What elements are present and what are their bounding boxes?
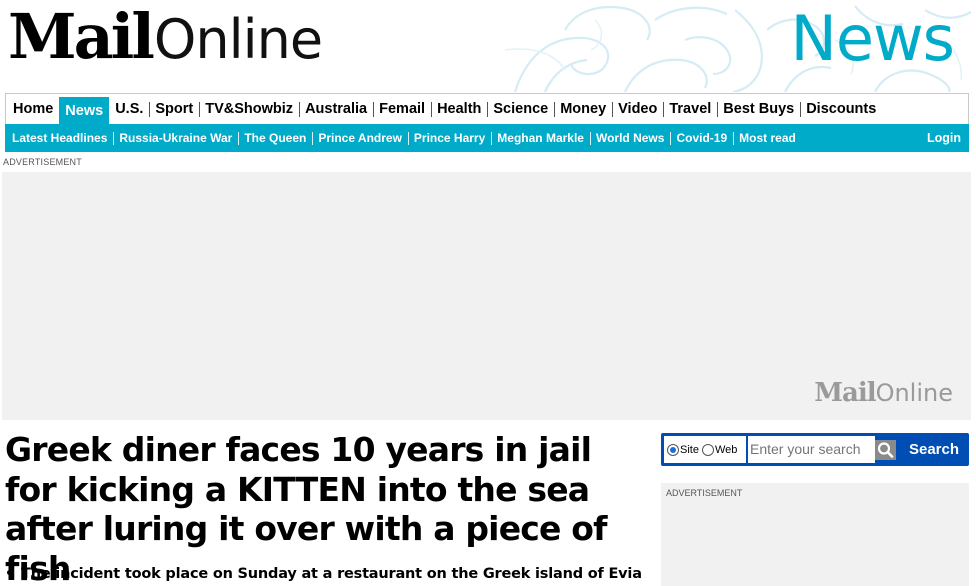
bullet-dot-icon: • (5, 566, 14, 582)
subnav-item-prince-andrew[interactable]: Prince Andrew (312, 131, 408, 145)
nav-item-science[interactable]: Science (487, 94, 554, 124)
nav-item-femail[interactable]: Femail (373, 94, 431, 124)
nav-item-money[interactable]: Money (554, 94, 612, 124)
advertisement-label: ADVERTISEMENT (3, 157, 82, 167)
primary-nav: Home News U.S. Sport TV&Showbiz Australia Fema… (5, 93, 969, 124)
web-radio-label: Web (714, 443, 738, 456)
nav-item-news[interactable]: News (59, 97, 110, 124)
search-scope-options: Site Web (664, 436, 746, 463)
summary-bullet: • The incident took place on Sunday at a … (5, 563, 645, 585)
login-link[interactable]: Login (927, 131, 969, 145)
ad-logo-mail: Mail (814, 378, 876, 408)
search-icon[interactable] (875, 440, 896, 460)
nav-item-health[interactable]: Health (431, 94, 487, 124)
site-radio[interactable] (667, 443, 679, 456)
advertisement-banner[interactable]: MailOnline (2, 172, 971, 420)
logo-online-text: Online (153, 8, 323, 71)
nav-item-discounts[interactable]: Discounts (800, 94, 882, 124)
nav-item-home[interactable]: Home (7, 94, 59, 124)
web-radio[interactable] (701, 443, 714, 456)
nav-item-u-s[interactable]: U.S. (109, 94, 149, 124)
search-button[interactable]: Search (901, 433, 967, 466)
subnav-item-covid-19[interactable]: Covid-19 (670, 131, 733, 145)
subnav-item-russia-ukraine-war[interactable]: Russia-Ukraine War (113, 131, 238, 145)
side-advertisement-label: ADVERTISEMENT (666, 488, 743, 498)
channel-title[interactable]: News (790, 6, 955, 72)
nav-item-sport[interactable]: Sport (149, 94, 199, 124)
subnav-item-prince-harry[interactable]: Prince Harry (407, 131, 491, 145)
logo-mail-text: Mail (8, 0, 155, 73)
masthead: MailOnline News (0, 0, 976, 92)
ad-placeholder-logo: MailOnline (814, 378, 953, 408)
site-logo[interactable]: MailOnline (8, 4, 323, 72)
subnav-item-meghan-markle[interactable]: Meghan Markle (491, 131, 590, 145)
site-radio-label: Site (680, 443, 699, 456)
subnav-item-latest-headlines[interactable]: Latest Headlines (6, 131, 113, 145)
subnav-item-the-queen[interactable]: The Queen (238, 131, 312, 145)
article-summary-bullets: • The incident took place on Sunday at a … (5, 563, 645, 585)
nav-item-best-buys[interactable]: Best Buys (717, 94, 800, 124)
nav-item-travel[interactable]: Travel (663, 94, 717, 124)
nav-item-video[interactable]: Video (612, 94, 663, 124)
subnav-item-world-news[interactable]: World News (589, 131, 670, 145)
side-advertisement[interactable]: ADVERTISEMENT (661, 483, 969, 586)
summary-bullet-text: The incident took place on Sunday at a r… (21, 566, 642, 582)
search-input[interactable] (748, 436, 875, 463)
nav-item-tv-showbiz[interactable]: TV&Showbiz (199, 94, 299, 124)
ad-logo-online: Online (875, 379, 953, 407)
search-box: Site Web Search (661, 433, 969, 466)
nav-item-australia[interactable]: Australia (299, 94, 373, 124)
subnav-item-most-read[interactable]: Most read (733, 131, 802, 145)
secondary-nav: Latest Headlines Russia-Ukraine War The Qu… (5, 124, 969, 152)
